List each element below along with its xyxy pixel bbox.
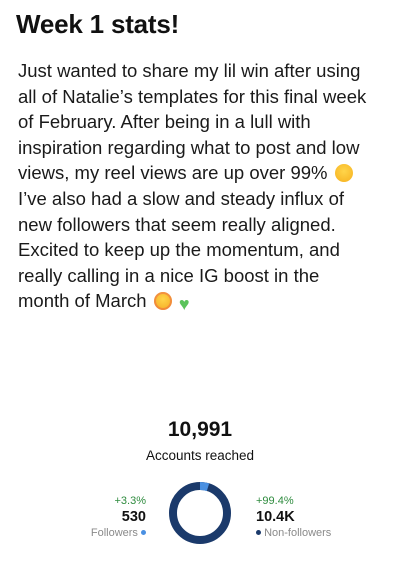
followers-stat: +3.3% 530 Followers (91, 494, 146, 540)
donut-segment-non-followers (169, 482, 231, 544)
post-title: Week 1 stats! (16, 9, 180, 39)
non-followers-stat: +99.4% 10.4K Non-followers (256, 494, 331, 540)
accounts-reached-count: 10,991 (167, 418, 233, 441)
post-body-line: all of Natalie’s templates for this fina… (18, 85, 367, 107)
non-followers-label: Non-followers (264, 527, 332, 539)
followers-label: Followers (90, 527, 138, 539)
non-followers-legend-dot (256, 530, 261, 535)
face-with-tears-of-joy-icon (334, 164, 353, 183)
audience-donut-chart (169, 482, 231, 544)
post-body: Just wanted to share my lil win after us… (18, 58, 390, 314)
non-followers-change: +99.4% (256, 495, 294, 507)
post-body-line: of February. After being in a lull with (18, 111, 311, 133)
post-body-line: month of March (18, 290, 147, 312)
post-body-line: really calling in a nice IG boost in the (18, 264, 320, 286)
post-body-line: inspiration regarding what to post and l… (18, 136, 360, 158)
non-followers-value: 10.4K (256, 509, 295, 525)
accounts-reached-label: Accounts reached (145, 448, 255, 463)
followers-label-row: Followers (91, 526, 146, 540)
post-body-line: Excited to keep up the momentum, and (18, 239, 340, 261)
post-body-line: views, my reel views are up over 99% (18, 162, 328, 184)
post-body-line: new followers that seem really aligned. (18, 213, 336, 235)
post-body-line: Just wanted to share my lil win after us… (18, 60, 361, 81)
post-body-line: I’ve also had a slow and steady influx o… (18, 187, 344, 209)
non-followers-label-row: Non-followers (256, 526, 331, 540)
green-heart-icon: ♥ (178, 294, 190, 315)
insights-panel: 10,991 Accounts reached +3.3% 530 Follow… (0, 410, 400, 580)
followers-change: +3.3% (114, 495, 147, 507)
smiling-face-with-hearts-icon (153, 292, 172, 311)
followers-legend-dot (141, 530, 146, 535)
followers-value: 530 (121, 509, 146, 525)
